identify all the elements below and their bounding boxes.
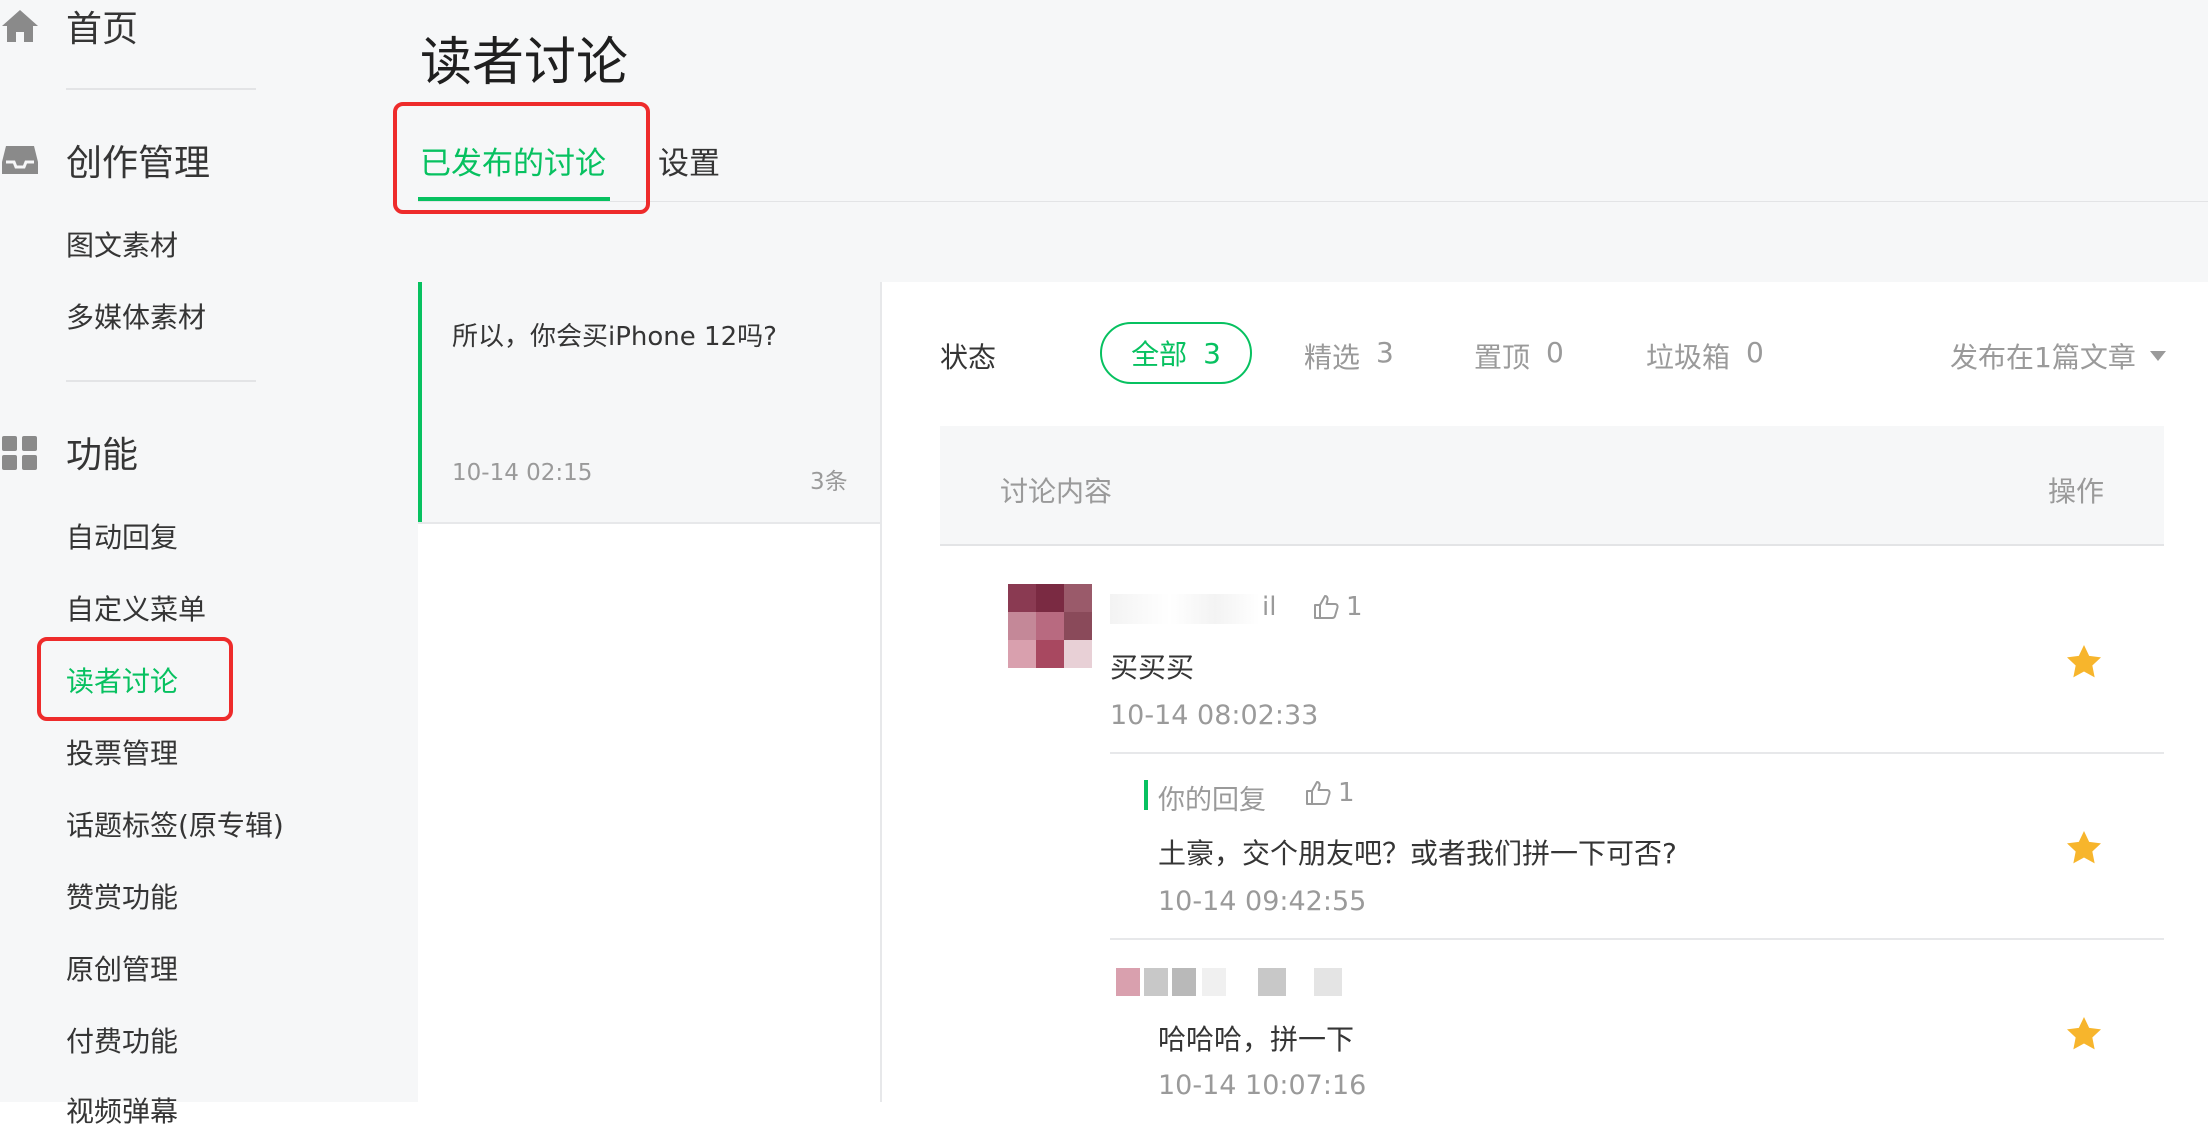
filter-trash[interactable]: 垃圾箱 0 bbox=[1646, 336, 1764, 376]
like-count[interactable]: 1 bbox=[1312, 592, 1363, 622]
filter-label: 置顶 bbox=[1474, 341, 1531, 374]
username-blurred bbox=[1110, 968, 1342, 996]
filter-count: 3 bbox=[1376, 336, 1394, 369]
username-blurred bbox=[1110, 594, 1260, 624]
filter-featured[interactable]: 精选 3 bbox=[1304, 336, 1394, 376]
like-count[interactable]: 1 bbox=[1304, 778, 1355, 808]
column-header-actions: 操作 bbox=[2048, 475, 2105, 508]
nav-divider bbox=[66, 380, 256, 382]
nav-section-label: 创作管理 bbox=[66, 143, 211, 184]
publish-dropdown-label: 发布在1篇文章 bbox=[1950, 341, 2136, 374]
home-icon bbox=[0, 6, 40, 46]
reply-label: 你的回复 bbox=[1158, 785, 1266, 816]
comment-text: 哈哈哈，拼一下 bbox=[1158, 1023, 1355, 1056]
sidebar-item-vote-management[interactable]: 投票管理 bbox=[66, 732, 178, 772]
nav-section-creation[interactable]: 创作管理 bbox=[0, 134, 210, 186]
like-number: 1 bbox=[1346, 592, 1363, 622]
filter-count: 0 bbox=[1746, 336, 1764, 369]
highlight-box-tab bbox=[393, 102, 650, 214]
grid-icon bbox=[0, 432, 40, 472]
reply-time: 10-14 09:42:55 bbox=[1158, 886, 1367, 917]
filter-label: 精选 bbox=[1304, 341, 1361, 374]
highlight-box-sidebar bbox=[37, 637, 233, 721]
content-gap bbox=[418, 202, 2208, 282]
sidebar-item-image-text[interactable]: 图文素材 bbox=[66, 224, 178, 264]
filter-label: 垃圾箱 bbox=[1646, 341, 1731, 374]
nav-section-label: 功能 bbox=[66, 435, 139, 476]
filter-count: 0 bbox=[1546, 336, 1564, 369]
star-icon[interactable] bbox=[2064, 1014, 2104, 1054]
publish-dropdown[interactable]: 发布在1篇文章 bbox=[1950, 336, 2166, 376]
article-comment-count: 3条 bbox=[810, 469, 848, 495]
chevron-down-icon bbox=[2149, 351, 2166, 361]
sidebar-item-custom-menu[interactable]: 自定义菜单 bbox=[66, 588, 206, 628]
status-label: 状态 bbox=[940, 341, 997, 374]
tab-settings[interactable]: 设置 bbox=[658, 138, 720, 183]
like-number: 1 bbox=[1338, 778, 1355, 808]
filter-all[interactable]: 全部 3 bbox=[1100, 322, 1252, 384]
article-time: 10-14 02:15 bbox=[452, 460, 593, 486]
username: il bbox=[1262, 592, 1277, 622]
avatar bbox=[1008, 584, 1092, 668]
thumbs-up-icon bbox=[1314, 595, 1339, 619]
nav-section-functions[interactable]: 功能 bbox=[0, 426, 138, 478]
article-title: 所以，你会买iPhone 12吗? bbox=[452, 322, 777, 352]
nav-divider bbox=[66, 88, 256, 90]
row-divider bbox=[1110, 752, 2164, 754]
row-divider bbox=[1110, 938, 2164, 940]
reply-indicator bbox=[1144, 780, 1148, 810]
inbox-icon bbox=[0, 140, 40, 180]
table-header bbox=[940, 426, 2164, 546]
sidebar-item-original[interactable]: 原创管理 bbox=[66, 948, 178, 988]
sidebar-item-video-danmaku[interactable]: 视频弹幕 bbox=[66, 1090, 178, 1130]
sidebar-item-topic-tags[interactable]: 话题标签(原专辑) bbox=[66, 804, 284, 844]
sidebar-item-appreciation[interactable]: 赞赏功能 bbox=[66, 876, 178, 916]
comment-text: 买买买 bbox=[1110, 651, 1195, 684]
star-icon[interactable] bbox=[2064, 642, 2104, 682]
sidebar-item-multimedia[interactable]: 多媒体素材 bbox=[66, 296, 206, 336]
filter-pinned[interactable]: 置顶 0 bbox=[1474, 336, 1564, 376]
star-icon[interactable] bbox=[2064, 828, 2104, 868]
column-header-content: 讨论内容 bbox=[1000, 475, 1113, 508]
sidebar-item-auto-reply[interactable]: 自动回复 bbox=[66, 516, 178, 556]
filter-label: 全部 bbox=[1131, 338, 1188, 371]
article-selected-indicator bbox=[418, 282, 422, 522]
reply-text: 土豪，交个朋友吧？或者我们拼一下可否? bbox=[1158, 837, 1677, 870]
nav-section-label: 首页 bbox=[66, 9, 139, 50]
comment-time: 10-14 08:02:33 bbox=[1110, 700, 1319, 731]
filter-count: 3 bbox=[1203, 336, 1221, 370]
thumbs-up-icon bbox=[1306, 781, 1331, 805]
comment-time: 10-14 10:07:16 bbox=[1158, 1070, 1367, 1101]
nav-section-home[interactable]: 首页 bbox=[0, 0, 138, 52]
sidebar-item-paid[interactable]: 付费功能 bbox=[66, 1020, 178, 1060]
page-title: 读者讨论 bbox=[420, 33, 629, 93]
